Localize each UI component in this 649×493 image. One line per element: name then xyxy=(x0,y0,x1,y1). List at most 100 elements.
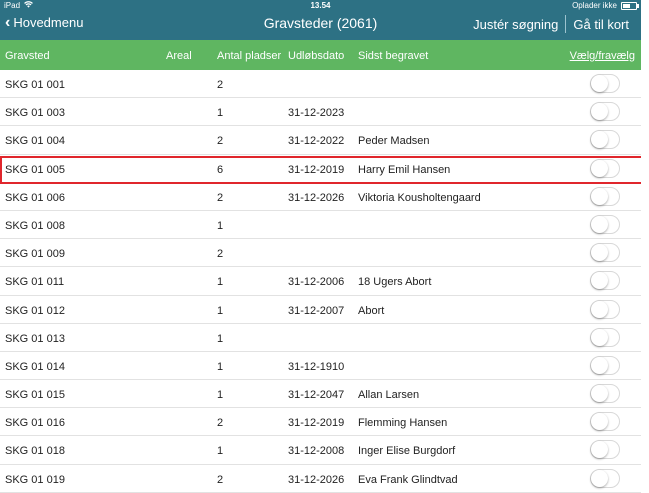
toggle-knob xyxy=(591,385,608,403)
navigation-bar: iPad 13.54 Oplader ikke ‹ Hovedmenu Grav… xyxy=(0,0,641,40)
table-row[interactable]: SKG 01 004 2 31-12-2022 Peder Madsen xyxy=(0,126,641,155)
cell-sidst: Flemming Hansen xyxy=(358,417,448,430)
cell-gravsted: SKG 01 018 xyxy=(5,445,65,458)
cell-antal: 1 xyxy=(217,219,224,232)
select-toggle[interactable] xyxy=(590,440,620,460)
toggle-knob xyxy=(591,328,608,346)
select-toggle[interactable] xyxy=(590,327,620,347)
toggle-knob xyxy=(591,215,608,233)
table-row[interactable]: SKG 01 012 1 31-12-2007 Abort xyxy=(0,296,641,324)
column-header-sidst[interactable]: Sidst begravet xyxy=(358,50,428,62)
toggle-knob xyxy=(591,272,608,290)
cell-gravsted: SKG 01 011 xyxy=(5,276,65,289)
cell-gravsted: SKG 01 001 xyxy=(5,79,65,91)
cell-gravsted: SKG 01 015 xyxy=(5,389,65,402)
select-toggle[interactable] xyxy=(590,102,620,122)
cell-antal: 2 xyxy=(217,79,224,91)
cell-antal: 2 xyxy=(217,135,224,148)
select-toggle[interactable] xyxy=(590,384,620,404)
select-toggle[interactable] xyxy=(590,299,620,319)
table-row[interactable]: SKG 01 001 2 xyxy=(0,70,641,99)
go-to-map-button[interactable]: Gå til kort xyxy=(573,17,629,32)
table-row[interactable]: SKG 01 018 1 31-12-2008 Inger Elise Burgdor… xyxy=(0,436,641,465)
cell-sidst: Allan Larsen xyxy=(358,389,420,402)
grave-list: SKG 01 001 2 SKG 01 003 1 31-12-2023 SKG 01 0… xyxy=(0,70,641,493)
cell-gravsted: SKG 01 005 xyxy=(5,163,65,176)
column-header-areal[interactable]: Areal xyxy=(166,50,192,62)
nav-divider xyxy=(565,15,567,33)
cell-antal: 1 xyxy=(217,445,224,458)
select-toggle[interactable] xyxy=(590,412,620,432)
column-header-udlob[interactable]: Udløbsdato xyxy=(288,50,344,62)
back-button[interactable]: ‹ Hovedmenu xyxy=(5,14,84,31)
cell-antal: 6 xyxy=(217,163,224,176)
cell-sidst: Eva Frank Glindtvad xyxy=(358,473,458,486)
column-header-antal[interactable]: Antal pladser xyxy=(217,50,281,62)
select-toggle[interactable] xyxy=(590,271,620,291)
status-right: Oplader ikke xyxy=(572,1,639,10)
cell-antal: 1 xyxy=(217,389,224,402)
select-toggle[interactable] xyxy=(590,158,620,178)
select-toggle[interactable] xyxy=(590,214,620,234)
adjust-search-button[interactable]: Justér søgning xyxy=(473,17,558,32)
toggle-knob xyxy=(591,441,608,459)
select-toggle[interactable] xyxy=(590,355,620,375)
cell-udlob: 31-12-2008 xyxy=(288,445,345,458)
cell-antal: 1 xyxy=(217,276,224,289)
cell-sidst: Harry Emil Hansen xyxy=(358,163,451,176)
toggle-knob xyxy=(591,187,608,205)
page-title: Gravsteder (2061) xyxy=(263,15,378,31)
select-toggle[interactable] xyxy=(590,186,620,206)
cell-gravsted: SKG 01 004 xyxy=(5,135,65,148)
table-row[interactable]: SKG 01 014 1 31-12-1910 xyxy=(0,352,641,381)
table-row[interactable]: SKG 01 005 6 31-12-2019 Harry Emil Hansen xyxy=(0,155,641,183)
toggle-all-link[interactable]: Vælg/fravælg xyxy=(570,50,635,62)
battery-icon xyxy=(621,1,639,10)
table-header: Gravsted Areal Antal pladser Udløbsdato … xyxy=(0,40,641,70)
cell-sidst: Inger Elise Burgdorf xyxy=(358,445,456,458)
cell-antal: 1 xyxy=(217,332,224,345)
cell-udlob: 31-12-2022 xyxy=(288,135,345,148)
cell-gravsted: SKG 01 014 xyxy=(5,360,65,373)
table-row[interactable]: SKG 01 011 1 31-12-2006 18 Ugers Abort xyxy=(0,267,641,296)
toggle-knob xyxy=(591,159,608,177)
toggle-knob xyxy=(591,244,608,262)
table-row[interactable]: SKG 01 009 2 xyxy=(0,239,641,268)
right-margin xyxy=(641,0,649,481)
column-header-gravsted[interactable]: Gravsted xyxy=(5,50,50,62)
cell-gravsted: SKG 01 012 xyxy=(5,304,65,317)
nav-actions: Justér søgning Gå til kort xyxy=(473,15,629,33)
cell-antal: 1 xyxy=(217,304,224,317)
select-toggle[interactable] xyxy=(590,130,620,150)
select-toggle[interactable] xyxy=(590,468,620,488)
table-row[interactable]: SKG 01 019 2 31-12-2026 Eva Frank Glindtvad xyxy=(0,465,641,493)
cell-gravsted: SKG 01 013 xyxy=(5,332,65,345)
chevron-left-icon: ‹ xyxy=(5,14,11,31)
table-row[interactable]: SKG 01 016 2 31-12-2019 Flemming Hansen xyxy=(0,408,641,437)
cell-antal: 2 xyxy=(217,473,224,486)
cell-udlob: 31-12-2019 xyxy=(288,163,345,176)
toggle-knob xyxy=(591,75,608,92)
select-toggle[interactable] xyxy=(590,243,620,263)
cell-udlob: 31-12-1910 xyxy=(288,360,345,373)
toggle-knob xyxy=(591,300,608,318)
table-row[interactable]: SKG 01 006 2 31-12-2026 Viktoria Kousholten… xyxy=(0,183,641,211)
cell-gravsted: SKG 01 006 xyxy=(5,191,65,204)
cell-udlob: 31-12-2026 xyxy=(288,191,345,204)
cell-sidst: 18 Ugers Abort xyxy=(358,276,432,289)
table-row[interactable]: SKG 01 013 1 xyxy=(0,324,641,352)
select-toggle[interactable] xyxy=(590,74,620,93)
table-row[interactable]: SKG 01 003 1 31-12-2023 xyxy=(0,98,641,127)
toggle-knob xyxy=(591,413,608,431)
table-row[interactable]: SKG 01 015 1 31-12-2047 Allan Larsen xyxy=(0,380,641,409)
cell-antal: 1 xyxy=(217,360,224,373)
charging-status: Oplader ikke xyxy=(572,1,617,10)
cell-antal: 2 xyxy=(217,191,224,204)
cell-udlob: 31-12-2007 xyxy=(288,304,345,317)
cell-antal: 2 xyxy=(217,417,224,430)
table-row[interactable]: SKG 01 008 1 xyxy=(0,211,641,240)
cell-gravsted: SKG 01 016 xyxy=(5,417,65,430)
back-label: Hovedmenu xyxy=(13,15,84,30)
toggle-knob xyxy=(591,469,608,487)
cell-gravsted: SKG 01 008 xyxy=(5,219,65,232)
